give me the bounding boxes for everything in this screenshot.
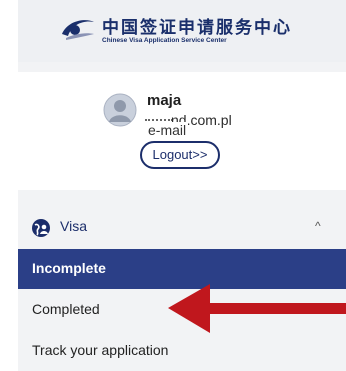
nav-item-incomplete[interactable]: Incomplete	[18, 249, 346, 289]
nav-section-label: Visa	[60, 218, 87, 234]
visa-nav: Visa ^ Incomplete Completed Track your a…	[18, 206, 346, 371]
logo-english-text: Chinese Visa Application Service Center	[102, 37, 227, 44]
globe-user-icon	[32, 219, 50, 237]
nav-item-label: Track your application	[32, 342, 169, 358]
logo-header: 中国签证申请服务中心 Chinese Visa Application Serv…	[18, 0, 346, 62]
nav-item-label: Incomplete	[32, 260, 106, 276]
sidebar-panel: 中国签证申请服务中心 Chinese Visa Application Serv…	[18, 0, 346, 371]
nav-section-visa[interactable]: Visa ^	[18, 206, 346, 248]
email-annotation: e-mail	[146, 122, 189, 138]
user-card: maja nd.com.pl e-mail Logout>>	[18, 72, 346, 190]
logout-button[interactable]: Logout>>	[140, 141, 220, 169]
logo-chinese-text: 中国签证申请服务中心	[102, 18, 292, 38]
nav-item-completed[interactable]: Completed	[18, 290, 346, 330]
logo-swoosh-icon	[62, 20, 94, 40]
nav-item-track-application[interactable]: Track your application	[18, 331, 346, 371]
chevron-up-icon: ^	[315, 219, 321, 233]
nav-item-label: Completed	[32, 301, 100, 317]
redacted-email-scribble	[145, 111, 173, 121]
avatar	[103, 93, 137, 127]
username: maja	[147, 92, 182, 109]
